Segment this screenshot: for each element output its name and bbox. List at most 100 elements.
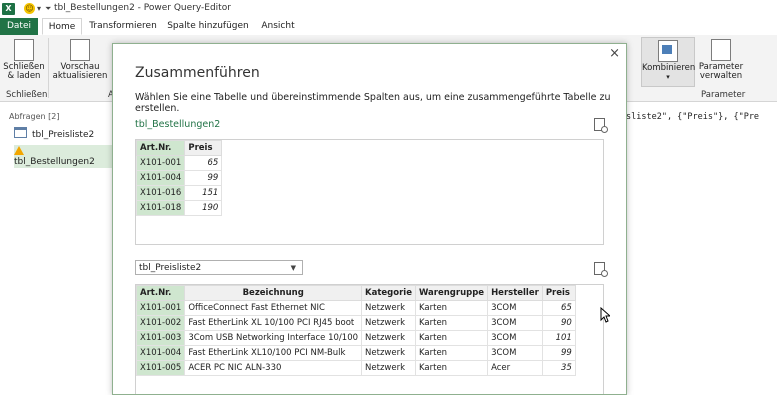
table-cell: Netzwerk — [361, 315, 416, 331]
column-header-bezeichnung[interactable]: Bezeichnung — [184, 285, 363, 301]
ribbon-separator — [48, 38, 49, 98]
combine-chevron-icon: ▾ — [666, 73, 670, 81]
first-table-preview: Art.Nr. Preis X101-001 65 X101-004 99 X1… — [135, 139, 604, 245]
table-cell: 35 — [541, 360, 576, 376]
close-load-label: Schließen & laden — [3, 62, 45, 81]
table-row[interactable]: X101-002 Fast EtherLink XL 10/100 PCI RJ… — [135, 315, 576, 331]
table-row[interactable]: X101-005 ACER PC NIC ALN-330 Netzwerk Ka… — [135, 360, 576, 376]
column-header-artnr[interactable]: Art.Nr. — [135, 285, 186, 301]
table-cell: X101-004 — [135, 170, 186, 186]
preview-file-icon[interactable] — [594, 118, 608, 133]
table-row[interactable]: X101-016 151 — [135, 185, 223, 201]
combine-icon — [658, 40, 678, 62]
tab-spalte-hinzufuegen[interactable]: Spalte hinzufügen — [165, 18, 251, 35]
column-header-warengruppe[interactable]: Warengruppe — [414, 285, 489, 301]
column-header-preis[interactable]: Preis — [541, 285, 576, 301]
table-row[interactable]: X101-004 Fast EtherLink XL10/100 PCI NM-… — [135, 345, 576, 361]
mouse-cursor-icon — [600, 307, 610, 323]
close-icon[interactable]: × — [609, 46, 620, 61]
table-cell: 101 — [541, 330, 576, 346]
query-item-preisliste[interactable]: tbl_Preisliste2 — [14, 127, 94, 140]
dropdown-arrow-icon[interactable]: ▾ — [37, 4, 41, 13]
table-cell: 3COM — [487, 345, 543, 361]
table-cell: OfficeConnect Fast Ethernet NIC — [184, 300, 363, 316]
table-cell: Karten — [414, 300, 489, 316]
table-cell: Karten — [414, 345, 489, 361]
table-cell: 3COM — [487, 330, 543, 346]
manage-parameters-label: Parameter verwalten — [698, 62, 744, 81]
table-icon — [14, 127, 27, 138]
table-cell: 65 — [184, 155, 223, 171]
group-label-close: Schließen — [6, 90, 48, 100]
table-cell: Netzwerk — [361, 345, 416, 361]
table-cell: Fast EtherLink XL10/100 PCI NM-Bulk — [184, 345, 363, 361]
query-label: tbl_Preisliste2 — [32, 130, 95, 140]
table-cell: 90 — [541, 315, 576, 331]
table-cell: X101-005 — [135, 360, 186, 376]
table-cell: Acer — [487, 360, 543, 376]
second-table: Art.Nr. Bezeichnung Kategorie Warengrupp… — [135, 285, 576, 376]
table-cell: X101-002 — [135, 315, 186, 331]
second-table-select[interactable]: tbl_Preisliste2 ▼ — [135, 260, 303, 275]
table-row[interactable]: X101-018 190 — [135, 200, 223, 216]
close-load-icon — [14, 39, 34, 61]
preview-file-icon[interactable] — [594, 262, 608, 277]
table-cell: Netzwerk — [361, 330, 416, 346]
queries-pane: Abfragen [2] tbl_Preisliste2 tbl_Bestell… — [0, 102, 112, 391]
first-table: Art.Nr. Preis X101-001 65 X101-004 99 X1… — [135, 140, 223, 216]
excel-icon: X — [2, 3, 15, 15]
table-row[interactable]: X101-001 65 — [135, 155, 223, 171]
column-header-hersteller[interactable]: Hersteller — [487, 285, 543, 301]
first-table-name: tbl_Bestellungen2 — [135, 119, 221, 130]
table-cell: 65 — [541, 300, 576, 316]
column-header-artnr[interactable]: Art.Nr. — [135, 140, 186, 156]
table-cell: 3COM — [487, 315, 543, 331]
column-header-kategorie[interactable]: Kategorie — [361, 285, 416, 301]
close-load-button[interactable]: Schließen & laden — [3, 39, 45, 81]
tab-home[interactable]: Home — [42, 18, 82, 35]
table-row[interactable]: X101-004 99 — [135, 170, 223, 186]
tab-datei[interactable]: Datei — [0, 18, 38, 35]
query-label: tbl_Bestellungen2 — [14, 157, 95, 167]
group-label-parameter: Parameter — [701, 90, 746, 100]
tab-ansicht[interactable]: Ansicht — [258, 18, 298, 35]
table-cell: Karten — [414, 315, 489, 331]
quick-access-customize-icon[interactable]: ⏷ — [45, 4, 51, 14]
smiley-feedback-icon[interactable]: ☺ — [24, 3, 35, 14]
table-cell: 99 — [541, 345, 576, 361]
preview-refresh-label: Vorschau aktualisieren — [52, 62, 108, 81]
preview-refresh-button[interactable]: Vorschau aktualisieren — [52, 39, 108, 81]
second-table-preview: Art.Nr. Bezeichnung Kategorie Warengrupp… — [135, 284, 604, 394]
table-cell: Fast EtherLink XL 10/100 PCI RJ45 boot — [184, 315, 363, 331]
table-cell: X101-001 — [135, 155, 186, 171]
table-row[interactable]: X101-003 3Com USB Networking Interface 1… — [135, 330, 576, 346]
tab-transformieren[interactable]: Transformieren — [88, 18, 158, 35]
table-cell: 3Com USB Networking Interface 10/100 — [184, 330, 363, 346]
combine-button[interactable]: Kombinieren ▾ — [641, 37, 695, 87]
dialog-description: Wählen Sie eine Tabelle und übereinstimm… — [135, 92, 611, 114]
queries-header[interactable]: Abfragen [2] — [9, 112, 60, 121]
table-cell: ACER PC NIC ALN-330 — [184, 360, 363, 376]
second-table-select-value: tbl_Preisliste2 — [139, 263, 202, 273]
window-title: tbl_Bestellungen2 - Power Query-Editor — [54, 3, 231, 13]
table-cell: X101-004 — [135, 345, 186, 361]
table-cell: Karten — [414, 330, 489, 346]
title-bar: X ☺ ▾ ⏷ tbl_Bestellungen2 - Power Query-… — [0, 0, 777, 18]
table-cell: X101-001 — [135, 300, 186, 316]
table-cell: Karten — [414, 360, 489, 376]
parameters-icon — [711, 39, 731, 61]
manage-parameters-button[interactable]: Parameter verwalten — [696, 39, 746, 81]
column-header-preis[interactable]: Preis — [184, 140, 223, 156]
chevron-down-icon: ▼ — [290, 264, 296, 272]
query-item-bestellungen[interactable]: tbl_Bestellungen2 — [14, 145, 112, 168]
table-cell: 190 — [184, 200, 223, 216]
table-row[interactable]: X101-001 OfficeConnect Fast Ethernet NIC… — [135, 300, 576, 316]
merge-dialog: × Zusammenführen Wählen Sie eine Tabelle… — [112, 43, 627, 395]
table-cell: 3COM — [487, 300, 543, 316]
table-cell: Netzwerk — [361, 360, 416, 376]
table-cell: Netzwerk — [361, 300, 416, 316]
formula-text[interactable]: sliste2", {"Preis"}, {"Pre — [626, 112, 759, 122]
table-cell: 151 — [184, 185, 223, 201]
table-cell: X101-003 — [135, 330, 186, 346]
ribbon-tabs: Datei Home Transformieren Spalte hinzufü… — [0, 18, 777, 36]
